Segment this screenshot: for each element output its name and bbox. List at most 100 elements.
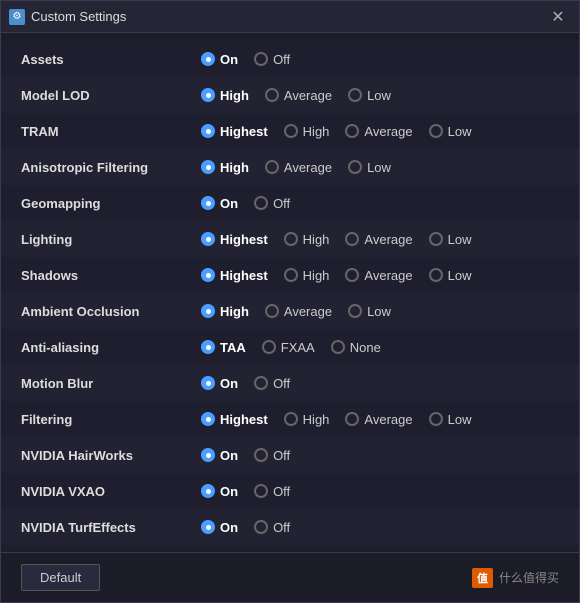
radio-circle — [201, 196, 215, 210]
radio-option[interactable]: Average — [345, 232, 412, 247]
setting-label: TRAM — [21, 124, 201, 139]
radio-option[interactable]: Average — [345, 412, 412, 427]
radio-option[interactable]: Low — [429, 268, 472, 283]
radio-option[interactable]: Highest — [201, 268, 268, 283]
radio-label: High — [220, 160, 249, 175]
radio-circle — [201, 268, 215, 282]
radio-option[interactable]: Highest — [201, 412, 268, 427]
radio-option[interactable]: On — [201, 376, 238, 391]
radio-circle — [201, 520, 215, 534]
radio-circle — [345, 232, 359, 246]
radio-option[interactable]: On — [201, 52, 238, 67]
radio-option[interactable]: High — [201, 88, 249, 103]
radio-label: Average — [364, 268, 412, 283]
radio-circle — [201, 232, 215, 246]
radio-label: On — [220, 520, 238, 535]
radio-label: High — [220, 88, 249, 103]
radio-circle — [429, 124, 443, 138]
setting-options: Highest High Average Low — [201, 232, 559, 247]
settings-row: Anti-aliasingTAA FXAA None — [1, 329, 579, 365]
radio-option[interactable]: On — [201, 196, 238, 211]
radio-option[interactable]: Highest — [201, 232, 268, 247]
setting-label: Anti-aliasing — [21, 340, 201, 355]
radio-option[interactable]: On — [201, 484, 238, 499]
settings-row: AssetsOnOff — [1, 41, 579, 77]
radio-option[interactable]: Off — [254, 520, 290, 535]
radio-circle — [262, 340, 276, 354]
radio-circle — [254, 484, 268, 498]
settings-row: TRAMHighest High Average Low — [1, 113, 579, 149]
setting-options: TAA FXAA None — [201, 340, 559, 355]
setting-label: NVIDIA VXAO — [21, 484, 201, 499]
radio-option[interactable]: Low — [429, 124, 472, 139]
radio-option[interactable]: Low — [348, 88, 391, 103]
radio-option[interactable]: High — [201, 304, 249, 319]
radio-option[interactable]: High — [284, 232, 330, 247]
setting-options: On Off — [201, 52, 559, 67]
radio-label: On — [220, 448, 238, 463]
radio-option[interactable]: Low — [348, 304, 391, 319]
radio-option[interactable]: TAA — [201, 340, 246, 355]
close-button[interactable]: ✕ — [545, 7, 571, 27]
radio-option[interactable]: Off — [254, 448, 290, 463]
radio-option[interactable]: Off — [254, 484, 290, 499]
radio-label: Average — [364, 232, 412, 247]
window-title: Custom Settings — [31, 9, 545, 24]
radio-circle — [345, 124, 359, 138]
radio-option[interactable]: Highest — [201, 124, 268, 139]
radio-circle — [348, 160, 362, 174]
default-button[interactable]: Default — [21, 564, 100, 591]
radio-label: None — [350, 340, 381, 355]
radio-option[interactable]: Low — [348, 160, 391, 175]
radio-option[interactable]: Average — [345, 268, 412, 283]
radio-label: Average — [284, 304, 332, 319]
window-icon: ⚙ — [9, 9, 25, 25]
radio-option[interactable]: Off — [254, 376, 290, 391]
setting-options: High Average Low — [201, 304, 559, 319]
setting-options: High Average Low — [201, 88, 559, 103]
setting-options: Highest High Average Low — [201, 412, 559, 427]
radio-option[interactable]: On — [201, 448, 238, 463]
radio-option[interactable]: Average — [265, 88, 332, 103]
radio-circle — [284, 124, 298, 138]
setting-label: Filtering — [21, 412, 201, 427]
radio-label: FXAA — [281, 340, 315, 355]
radio-option[interactable]: Off — [254, 52, 290, 67]
radio-label: Off — [273, 520, 290, 535]
radio-option[interactable]: Average — [265, 304, 332, 319]
custom-settings-window: ⚙ Custom Settings ✕ AssetsOnOffModel LOD… — [0, 0, 580, 603]
radio-circle — [254, 376, 268, 390]
settings-row: Motion BlurOnOff — [1, 365, 579, 401]
radio-option[interactable]: FXAA — [262, 340, 315, 355]
radio-option[interactable]: Off — [254, 196, 290, 211]
radio-circle — [201, 412, 215, 426]
radio-option[interactable]: High — [201, 160, 249, 175]
setting-options: On Off — [201, 376, 559, 391]
radio-label: Low — [367, 304, 391, 319]
setting-options: On Off — [201, 448, 559, 463]
footer: Default 值 什么值得买 — [1, 552, 579, 602]
radio-label: Low — [448, 268, 472, 283]
settings-row: Ambient OcclusionHighAverageLow — [1, 293, 579, 329]
watermark-text: 什么值得买 — [499, 569, 559, 586]
radio-label: High — [303, 124, 330, 139]
setting-label: Model LOD — [21, 88, 201, 103]
radio-label: Highest — [220, 268, 268, 283]
radio-option[interactable]: High — [284, 268, 330, 283]
radio-option[interactable]: High — [284, 412, 330, 427]
radio-label: On — [220, 52, 238, 67]
radio-circle — [201, 160, 215, 174]
radio-option[interactable]: Low — [429, 412, 472, 427]
settings-row: NVIDIA TurfEffectsOnOff — [1, 509, 579, 545]
radio-option[interactable]: Low — [429, 232, 472, 247]
radio-option[interactable]: None — [331, 340, 381, 355]
radio-circle — [345, 268, 359, 282]
radio-option[interactable]: High — [284, 124, 330, 139]
setting-label: Anisotropic Filtering — [21, 160, 201, 175]
radio-circle — [429, 268, 443, 282]
radio-option[interactable]: Average — [265, 160, 332, 175]
radio-circle — [254, 196, 268, 210]
radio-option[interactable]: On — [201, 520, 238, 535]
radio-option[interactable]: Average — [345, 124, 412, 139]
radio-label: Low — [448, 232, 472, 247]
